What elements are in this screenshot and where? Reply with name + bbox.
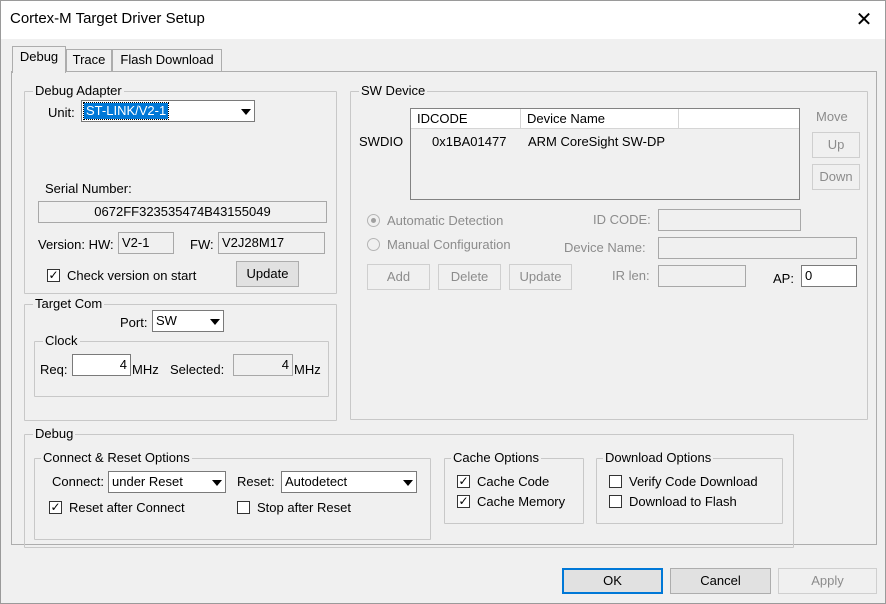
- ok-button[interactable]: OK: [562, 568, 663, 594]
- device-name-cell[interactable]: ARM CoreSight SW-DP: [528, 134, 665, 150]
- chevron-down-icon: [403, 480, 413, 486]
- move-down-button[interactable]: Down: [812, 164, 860, 190]
- chevron-down-icon: [241, 109, 251, 115]
- port-select[interactable]: SW: [152, 310, 224, 332]
- connect-reset-group-label: Connect & Reset Options: [41, 450, 192, 466]
- sw-device-list[interactable]: IDCODE Device Name 0x1BA01477 ARM CoreSi…: [410, 108, 800, 200]
- cache-options-group: Cache Options: [444, 450, 584, 524]
- id-code-input[interactable]: [658, 209, 801, 231]
- connect-select-value: under Reset: [112, 474, 183, 489]
- manual-configuration-radio[interactable]: [367, 238, 380, 251]
- req-unit-label: MHz: [132, 362, 159, 377]
- verify-code-download-checkbox[interactable]: [609, 475, 622, 488]
- chevron-down-icon: [212, 480, 222, 486]
- column-header-empty: [679, 109, 799, 129]
- close-icon[interactable]: ✕: [849, 5, 879, 35]
- tab-trace[interactable]: Trace: [66, 49, 112, 71]
- sw-device-group-label: SW Device: [359, 83, 428, 99]
- download-to-flash-label: Download to Flash: [629, 494, 737, 509]
- selected-label: Selected:: [170, 362, 225, 377]
- unit-select-value: ST-LINK/V2-1: [82, 102, 170, 120]
- move-label: Move: [816, 109, 848, 124]
- manual-configuration-label: Manual Configuration: [387, 237, 511, 252]
- verify-code-download-label: Verify Code Download: [629, 474, 758, 489]
- automatic-detection-radio[interactable]: [367, 214, 380, 227]
- check-version-label: Check version on start: [67, 268, 197, 283]
- reset-after-connect-checkbox[interactable]: ✓: [49, 501, 62, 514]
- download-options-group-label: Download Options: [603, 450, 714, 466]
- cache-options-group-label: Cache Options: [451, 450, 541, 466]
- stop-after-reset-label: Stop after Reset: [257, 500, 351, 515]
- unit-select[interactable]: ST-LINK/V2-1: [81, 100, 255, 122]
- reset-select[interactable]: Autodetect: [281, 471, 417, 493]
- target-com-group-label: Target Com: [33, 296, 105, 312]
- download-to-flash-checkbox[interactable]: [609, 495, 622, 508]
- reset-after-connect-label: Reset after Connect: [69, 500, 185, 515]
- req-label: Req:: [40, 362, 68, 377]
- cancel-button[interactable]: Cancel: [670, 568, 771, 594]
- swdio-label: SWDIO: [359, 134, 404, 149]
- reset-select-value: Autodetect: [285, 474, 348, 489]
- req-clock-input[interactable]: 4: [72, 354, 131, 376]
- apply-button[interactable]: Apply: [778, 568, 877, 594]
- version-hw-label: Version: HW:: [38, 237, 114, 252]
- connect-label: Connect:: [52, 474, 105, 489]
- dialog-window: Cortex-M Target Driver Setup ✕ Debug Tra…: [0, 0, 886, 604]
- column-header-idcode-label: IDCODE: [417, 111, 468, 126]
- chevron-down-icon: [210, 319, 220, 325]
- cache-code-label: Cache Code: [477, 474, 550, 489]
- stop-after-reset-checkbox[interactable]: [237, 501, 250, 514]
- column-header-idcode[interactable]: IDCODE: [411, 109, 521, 129]
- ap-label: AP:: [773, 271, 794, 286]
- move-up-button[interactable]: Up: [812, 132, 860, 158]
- tab-debug-label: Debug: [19, 49, 59, 64]
- selected-clock-field: 4: [233, 354, 293, 376]
- tab-flash-download-label: Flash Download: [120, 52, 214, 67]
- serial-number-label: Serial Number:: [45, 181, 132, 196]
- ir-len-input[interactable]: [658, 265, 746, 287]
- cache-code-checkbox[interactable]: ✓: [457, 475, 470, 488]
- ir-len-label: IR len:: [612, 268, 650, 283]
- window-title: Cortex-M Target Driver Setup: [10, 10, 205, 27]
- check-version-checkbox[interactable]: ✓: [47, 269, 60, 282]
- download-options-group: Download Options: [596, 450, 783, 524]
- serial-number-field: 0672FF323535474B43155049: [38, 201, 327, 223]
- id-code-label: ID CODE:: [593, 212, 651, 227]
- selected-unit-label: MHz: [294, 362, 321, 377]
- column-header-device-name-label: Device Name: [527, 111, 606, 126]
- reset-label: Reset:: [237, 474, 275, 489]
- automatic-detection-label: Automatic Detection: [387, 213, 504, 228]
- hw-version-field: V2-1: [118, 232, 174, 254]
- device-name-label: Device Name:: [564, 240, 646, 255]
- column-header-device-name[interactable]: Device Name: [521, 109, 679, 129]
- port-label: Port:: [120, 315, 148, 330]
- clock-group-label: Clock: [43, 333, 80, 349]
- debug-adapter-group-label: Debug Adapter: [33, 83, 124, 99]
- port-select-value: SW: [156, 313, 177, 328]
- debug-group-label: Debug: [33, 426, 76, 442]
- device-name-input[interactable]: [658, 237, 857, 259]
- tab-flash-download[interactable]: Flash Download: [112, 49, 222, 71]
- tab-trace-label: Trace: [72, 52, 106, 67]
- tab-debug[interactable]: Debug: [12, 46, 66, 73]
- fw-version-field: V2J28M17: [218, 232, 325, 254]
- connect-select[interactable]: under Reset: [108, 471, 226, 493]
- cache-memory-label: Cache Memory: [477, 494, 566, 509]
- title-bar: Cortex-M Target Driver Setup ✕: [1, 1, 885, 39]
- ap-input[interactable]: 0: [801, 265, 857, 287]
- adapter-update-button[interactable]: Update: [236, 261, 299, 287]
- device-idcode-cell[interactable]: 0x1BA01477: [432, 134, 506, 150]
- device-update-button[interactable]: Update: [509, 264, 572, 290]
- unit-label: Unit:: [48, 105, 75, 120]
- delete-button[interactable]: Delete: [438, 264, 501, 290]
- add-button[interactable]: Add: [367, 264, 430, 290]
- fw-label: FW:: [190, 237, 214, 252]
- cache-memory-checkbox[interactable]: ✓: [457, 495, 470, 508]
